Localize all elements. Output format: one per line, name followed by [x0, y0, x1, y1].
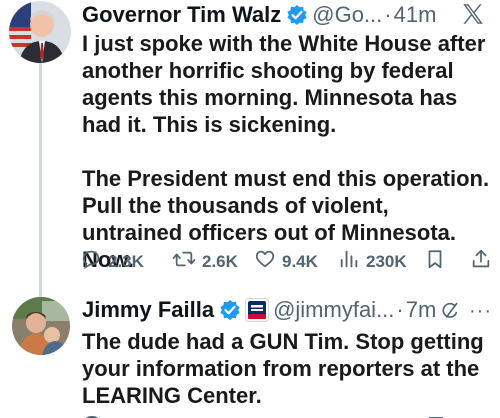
- repost-count: 2.6K: [202, 251, 238, 271]
- tweet-header: Governor Tim Walz @Go... · 41m: [82, 2, 436, 28]
- like-icon: [254, 248, 282, 275]
- more-icon[interactable]: ···: [469, 300, 492, 323]
- avatar[interactable]: [12, 297, 70, 355]
- handle[interactable]: @jimmyfai...: [273, 297, 394, 323]
- share-icon: [470, 248, 498, 275]
- grok-icon[interactable]: [440, 301, 460, 326]
- x-logo-icon: [460, 1, 486, 32]
- share-button[interactable]: [470, 248, 498, 275]
- tweet-header: Jimmy Failla @jimmyfai... · 7m: [82, 297, 436, 323]
- repost-button[interactable]: 2.6K: [172, 248, 238, 275]
- action-bar-partial: [80, 411, 495, 418]
- like-button[interactable]: 9.4K: [254, 248, 318, 275]
- verified-badge-icon: [219, 299, 241, 321]
- views-count: 230K: [366, 251, 407, 271]
- repost-icon: [172, 248, 202, 275]
- views-icon: [338, 248, 366, 275]
- separator-dot: ·: [396, 297, 404, 322]
- bookmark-icon: [424, 248, 452, 275]
- reply-button[interactable]: 2.3K: [80, 248, 144, 275]
- separator-dot: ·: [384, 2, 392, 27]
- timestamp[interactable]: 7m: [406, 297, 437, 323]
- fox-news-affiliate-icon[interactable]: [245, 298, 270, 322]
- action-bar: 2.3K 2.6K 9.4K 230K: [80, 248, 495, 274]
- reply-icon: [80, 248, 108, 275]
- tweet-text: The dude had a GUN Tim. Stop getting you…: [82, 329, 484, 408]
- display-name[interactable]: Jimmy Failla: [82, 297, 214, 323]
- verified-badge-icon: [286, 4, 308, 26]
- timestamp[interactable]: 41m: [394, 2, 437, 28]
- avatar[interactable]: [9, 1, 71, 63]
- bookmark-button[interactable]: [424, 248, 452, 275]
- views-button[interactable]: 230K: [338, 248, 407, 275]
- like-count: 9.4K: [282, 251, 318, 271]
- display-name[interactable]: Governor Tim Walz: [82, 2, 281, 28]
- handle[interactable]: @Go...: [312, 2, 382, 28]
- tweet-text: I just spoke with the White House after …: [82, 31, 490, 272]
- reply-count: 2.3K: [108, 251, 144, 271]
